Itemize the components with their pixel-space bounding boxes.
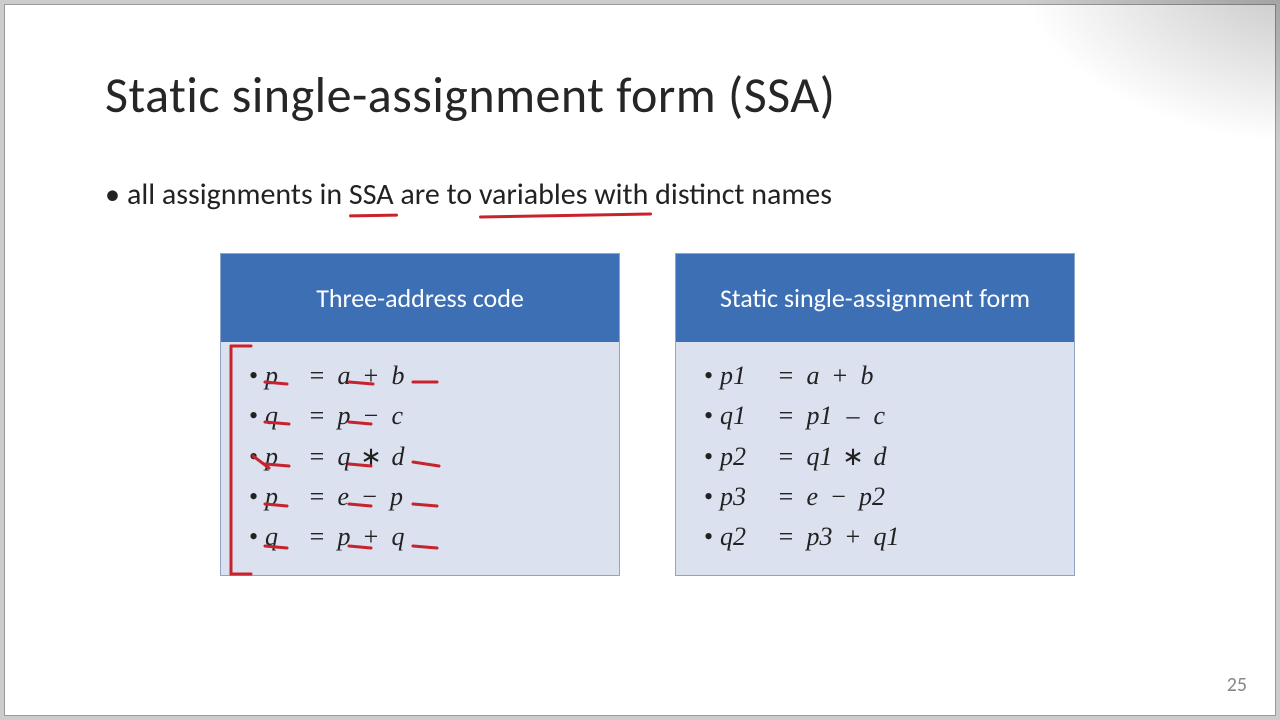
lhs: p [265, 477, 303, 517]
code-line: p= q ∗ d [249, 437, 599, 477]
operator: ∗ [839, 437, 867, 477]
operator: − [357, 396, 385, 436]
bullet-text-part: are to [400, 176, 479, 213]
box-header: Three-address code [221, 254, 619, 342]
operand: d [392, 442, 405, 471]
operand: d [874, 442, 887, 471]
operand: p3 [807, 522, 833, 551]
code-line: q1= p1 – c [704, 396, 1054, 436]
code-line: p3= e − p2 [704, 477, 1054, 517]
operand: p2 [859, 482, 885, 511]
code-line: p= e − p [249, 477, 599, 517]
eq: = [303, 477, 331, 517]
code-line: q= p − c [249, 396, 599, 436]
bullet-text-part: distinct names [655, 176, 832, 213]
eq: = [772, 356, 800, 396]
lhs: q2 [720, 517, 772, 557]
operand: q [392, 522, 405, 551]
operand: q1 [807, 442, 833, 471]
operator: + [839, 517, 867, 557]
eq: = [303, 517, 331, 557]
slide: Static single-assignment form (SSA) all … [4, 4, 1276, 716]
lhs: p2 [720, 437, 772, 477]
eq: = [772, 517, 800, 557]
bullet-text: all assignments in SSA are to variables … [105, 176, 1175, 213]
code-line: p1= a + b [704, 356, 1054, 396]
operand: e [807, 482, 819, 511]
eq: = [772, 437, 800, 477]
operand: e [338, 482, 350, 511]
operand: p [338, 522, 351, 551]
tables-row: Three-address code p= a + b q= p − c p= … [220, 253, 1175, 576]
lhs: q [265, 396, 303, 436]
operand: b [392, 361, 405, 390]
operand: a [807, 361, 820, 390]
eq: = [772, 396, 800, 436]
box-body: p= a + b q= p − c p= q ∗ d p= e − p q= p… [221, 342, 619, 575]
operator: ∗ [357, 437, 385, 477]
operand: p [390, 482, 403, 511]
lhs: p3 [720, 477, 772, 517]
operator: + [357, 356, 385, 396]
operator: − [356, 477, 384, 517]
eq: = [303, 396, 331, 436]
operand: c [874, 401, 886, 430]
lhs: p [265, 356, 303, 396]
lhs: p1 [720, 356, 772, 396]
box-header: Static single-assignment form [676, 254, 1074, 342]
eq: = [772, 477, 800, 517]
operator: − [825, 477, 853, 517]
slide-number: 25 [1227, 673, 1247, 697]
slide-title: Static single-assignment form (SSA) [105, 65, 1175, 126]
operator: – [839, 396, 867, 436]
code-line: q2= p3 + q1 [704, 517, 1054, 557]
lhs: q1 [720, 396, 772, 436]
operand: a [338, 361, 351, 390]
code-line: p= a + b [249, 356, 599, 396]
ssa-form-box: Static single-assignment form p1= a + b … [675, 253, 1075, 576]
bullet-underline-ssa: SSA [349, 176, 394, 213]
code-line: p2= q1 ∗ d [704, 437, 1054, 477]
eq: = [303, 356, 331, 396]
operand: c [392, 401, 404, 430]
eq: = [303, 437, 331, 477]
operator: + [826, 356, 854, 396]
operand: b [861, 361, 874, 390]
operand: p [338, 401, 351, 430]
operand: q1 [874, 522, 900, 551]
code-line: q= p + q [249, 517, 599, 557]
operand: p1 [807, 401, 833, 430]
lhs: p [265, 437, 303, 477]
three-address-code-box: Three-address code p= a + b q= p − c p= … [220, 253, 620, 576]
box-body: p1= a + b q1= p1 – c p2= q1 ∗ d p3= e − … [676, 342, 1074, 575]
operand: q [338, 442, 351, 471]
bullet-underline-variables: variables with [479, 176, 648, 213]
operator: + [357, 517, 385, 557]
lhs: q [265, 517, 303, 557]
bullet-text-part: all assignments in [127, 176, 349, 213]
